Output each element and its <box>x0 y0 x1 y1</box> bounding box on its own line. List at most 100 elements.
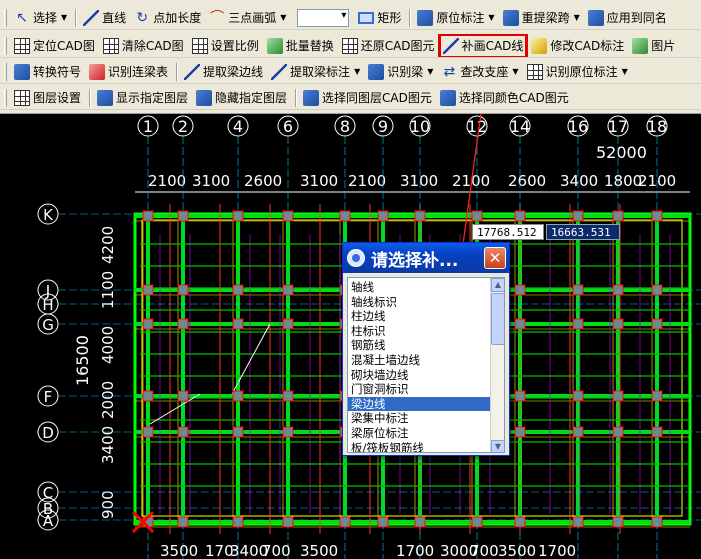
list-item[interactable]: 梁原位标注 <box>348 426 492 441</box>
app-icon <box>347 249 365 267</box>
extract-beam-edge-button[interactable]: 提取梁边线 <box>181 61 266 83</box>
redraw-cad-line-button[interactable]: 补画CAD线 <box>437 34 529 57</box>
select-button[interactable]: ↖ 选择 ▼ <box>11 7 70 29</box>
rectangle-button[interactable]: 矩形 <box>355 7 404 29</box>
list-item[interactable]: 门窗洞标识 <box>348 382 492 397</box>
linetype-combo[interactable] <box>297 8 350 27</box>
axis-letter: A <box>43 512 54 530</box>
select-same-layer-button[interactable]: 选择同图层CAD图元 <box>300 87 435 109</box>
clear-cad-button[interactable]: 清除CAD图 <box>100 35 187 57</box>
locate-cad-button[interactable]: 定位CAD图 <box>11 35 98 57</box>
beam-span-icon <box>502 9 519 26</box>
set-scale-button[interactable]: 设置比例 <box>189 35 262 57</box>
dimensions-top: 2100 3100 2600 3100 2100 3100 2100 2600 3400 1800… <box>135 172 690 193</box>
scroll-up-icon[interactable]: ▲ <box>491 278 504 292</box>
dimension-label: 2600 <box>508 172 546 190</box>
check-support-button[interactable]: ⇄ 查改支座 ▼ <box>438 61 521 83</box>
layer-settings-button[interactable]: 图层设置 <box>11 87 84 109</box>
chevron-down-icon[interactable]: ▼ <box>512 67 518 76</box>
toolbar-grip[interactable] <box>4 8 7 27</box>
toolbar-row-2: 定位CAD图 清除CAD图 设置比例 批量替换 还原CAD图元 补画CAD线 修… <box>0 34 701 58</box>
dimension-label: 2000 <box>99 381 117 419</box>
set-scale-icon <box>191 37 208 54</box>
separator <box>295 88 298 107</box>
identify-in-situ-button[interactable]: 识别原位标注 ▼ <box>524 61 631 83</box>
axis-number: 4 <box>233 117 243 136</box>
list-item[interactable]: 混凝土墙边线 <box>348 353 492 368</box>
list-item[interactable]: 板/筏板钢筋线 <box>348 441 492 452</box>
dimension-label: 1800 <box>604 172 642 190</box>
dimension-label: 1700 <box>396 542 434 559</box>
axis-letter: D <box>42 424 54 442</box>
in-situ-annotation-icon <box>417 9 434 26</box>
apply-same-name-button[interactable]: 应用到同名 <box>585 7 670 29</box>
axis-number: 18 <box>647 117 667 136</box>
list-item[interactable]: 砌块墙边线 <box>348 368 492 383</box>
chevron-down-icon[interactable]: ▼ <box>354 67 360 76</box>
point-length-button[interactable]: ↻ 点加长度 <box>131 7 204 29</box>
separator <box>89 88 92 107</box>
dimension-label: 3400 <box>99 426 117 464</box>
picture-button[interactable]: 图片 <box>629 35 678 57</box>
list-item[interactable]: 轴线标识 <box>348 295 492 310</box>
dialog-titlebar[interactable]: 请选择补... ✕ <box>343 243 509 273</box>
locate-cad-icon <box>14 37 30 54</box>
chevron-down-icon[interactable]: ▼ <box>488 13 494 22</box>
chevron-down-icon[interactable]: ▼ <box>574 13 580 22</box>
coordinate-x-readout: 17768.512 <box>472 224 544 240</box>
axis-number: 1 <box>143 117 153 136</box>
scroll-thumb[interactable] <box>491 293 504 345</box>
line-button[interactable]: 直线 <box>80 7 129 29</box>
separator <box>176 62 179 81</box>
batch-replace-icon <box>266 37 283 54</box>
in-situ-annotation-button[interactable]: 原位标注 ▼ <box>414 7 497 29</box>
show-layer-icon <box>97 89 114 106</box>
toolbar-row-1: ↖选择▼ 直线 ↻点加长度 ⌒三点画弧▼ 矩形 原位标注▼ 重提梁跨▼ 应用到同… <box>0 6 701 30</box>
axis-number: 6 <box>283 117 293 136</box>
identify-coupling-beam-table-icon <box>89 63 106 80</box>
line-icon <box>83 9 100 26</box>
clear-cad-icon <box>102 37 119 54</box>
toolbar-grip[interactable] <box>4 62 7 81</box>
modify-cad-annotation-button[interactable]: 修改CAD标注 <box>528 35 627 57</box>
list-item[interactable]: 柱边线 <box>348 309 492 324</box>
axis-numbers-top: 1 2 4 6 8 9 10 12 14 16 17 18 <box>137 115 668 137</box>
chevron-down-icon[interactable]: ▼ <box>427 67 433 76</box>
axis-number: 14 <box>510 117 530 136</box>
toolbar-grip[interactable] <box>4 36 7 55</box>
list-item[interactable]: 柱标识 <box>348 324 492 339</box>
scroll-down-icon[interactable]: ▼ <box>491 440 504 452</box>
beam-span-button[interactable]: 重提梁跨 ▼ <box>500 7 583 29</box>
dimension-label: 700 <box>262 542 291 559</box>
identify-coupling-beam-table-button[interactable]: 识别连梁表 <box>86 61 171 83</box>
chevron-down-icon[interactable]: ▼ <box>280 13 286 22</box>
list-item[interactable]: 梁集中标注 <box>348 411 492 426</box>
batch-replace-button[interactable]: 批量替换 <box>264 35 337 57</box>
extract-beam-annotation-icon <box>271 63 288 80</box>
toolbar-row-3: 转换符号 识别连梁表 提取梁边线 提取梁标注 ▼ 识别梁 ▼ ⇄ 查改支座 ▼ 识别原位… <box>0 60 701 84</box>
select-same-color-button[interactable]: 选择同颜色CAD图元 <box>437 87 572 109</box>
dimension-label: 3100 <box>400 172 438 190</box>
modify-cad-annotation-icon <box>531 37 548 54</box>
axis-letter: H <box>42 296 53 314</box>
restore-cad-button[interactable]: 还原CAD图元 <box>339 35 438 57</box>
type-list: 轴线 轴线标识 柱边线 柱标识 钢筋线 混凝土墙边线 砌块墙边线 门窗洞标识 梁边线 梁集中标注梁… <box>348 280 492 452</box>
arc-icon: ⌒ <box>210 9 225 26</box>
chevron-down-icon[interactable]: ▼ <box>61 13 67 22</box>
type-listbox[interactable]: 轴线 轴线标识 柱边线 柱标识 钢筋线 混凝土墙边线 砌块墙边线 门窗洞标识 梁边线 梁集中标注梁… <box>347 277 505 453</box>
extract-beam-annotation-button[interactable]: 提取梁标注 ▼ <box>268 61 363 83</box>
dimension-label: 2100 <box>452 172 490 190</box>
identify-beam-button[interactable]: 识别梁 ▼ <box>365 61 436 83</box>
arc-button[interactable]: ⌒ 三点画弧 ▼ <box>206 7 289 29</box>
chevron-down-icon[interactable]: ▼ <box>622 67 628 76</box>
convert-symbol-button[interactable]: 转换符号 <box>11 61 84 83</box>
listbox-scrollbar[interactable]: ▲ ▼ <box>490 278 504 452</box>
list-item[interactable]: 钢筋线 <box>348 338 492 353</box>
list-item[interactable]: 梁边线 <box>348 396 492 412</box>
show-layer-button[interactable]: 显示指定图层 <box>94 87 191 109</box>
list-item[interactable]: 轴线 <box>348 280 492 295</box>
toolbar-grip[interactable] <box>4 88 7 107</box>
rectangle-icon <box>358 11 375 24</box>
hide-layer-button[interactable]: 隐藏指定图层 <box>193 87 290 109</box>
close-button[interactable]: ✕ <box>484 247 506 269</box>
